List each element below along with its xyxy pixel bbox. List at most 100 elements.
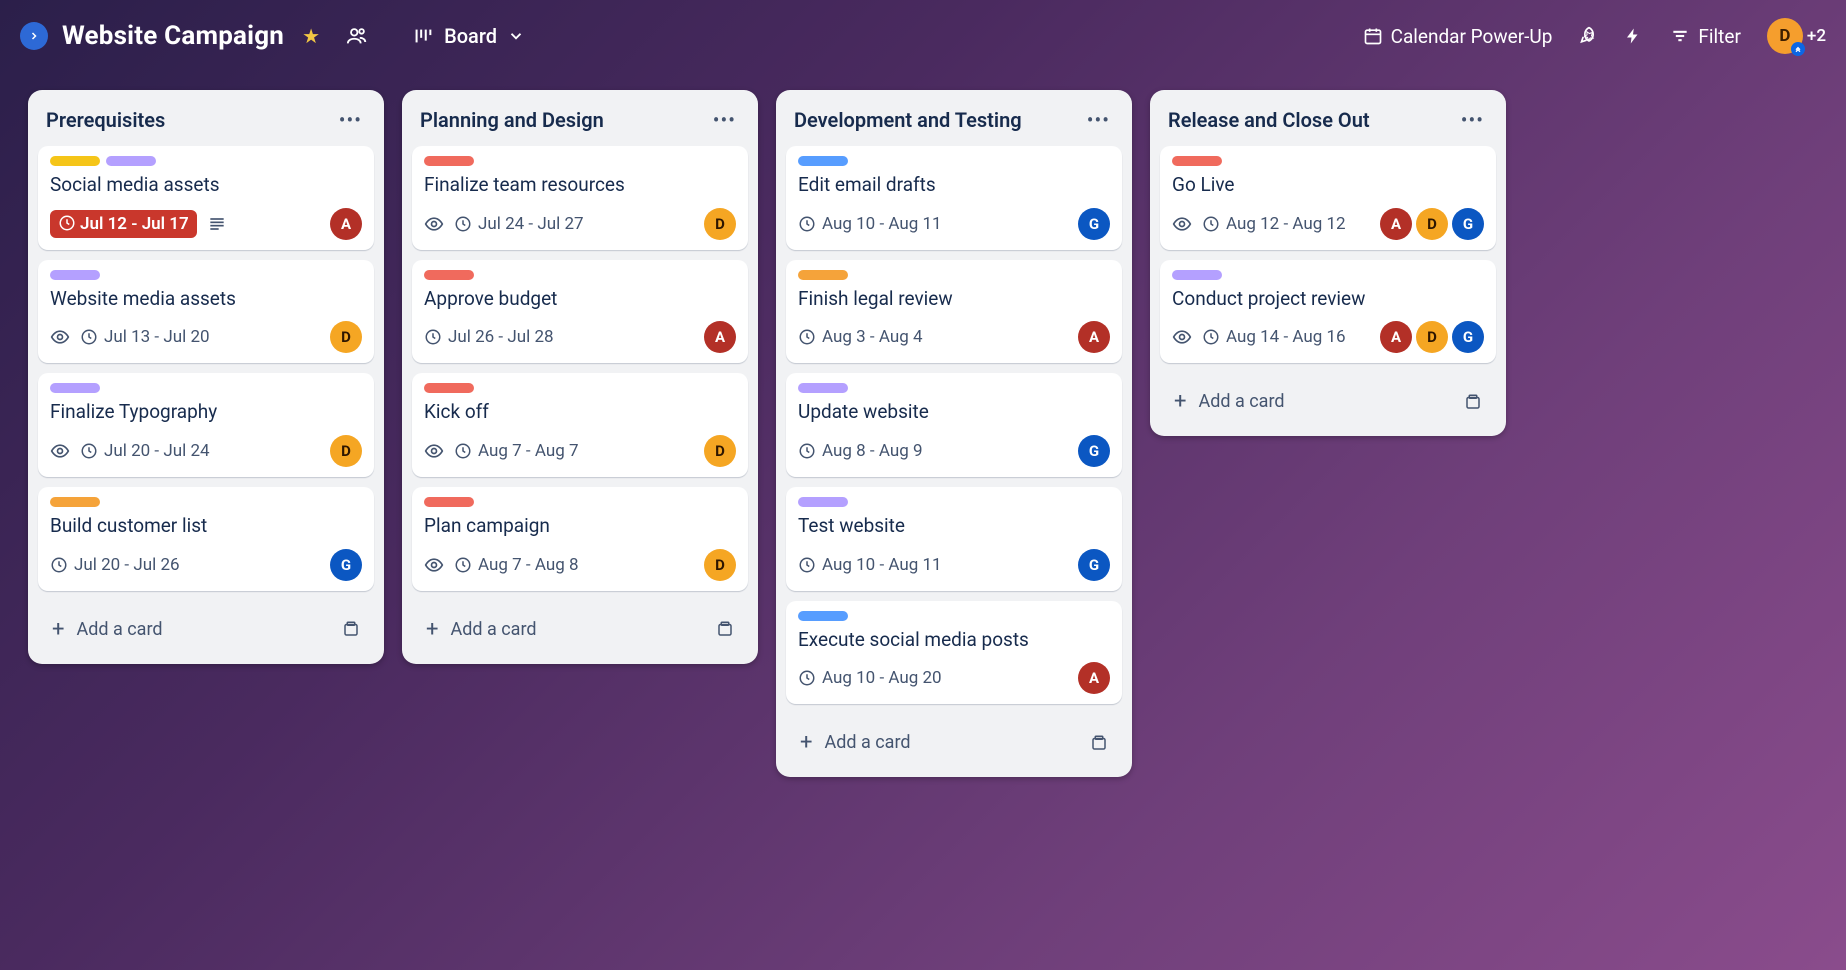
member-avatar[interactable]: A xyxy=(1078,321,1110,353)
workspace-members-button[interactable] xyxy=(338,17,376,55)
card[interactable]: Website media assets Jul 13 - Jul 20 D xyxy=(38,260,374,364)
member-avatar[interactable]: D xyxy=(1416,208,1448,240)
due-date[interactable]: Aug 14 - Aug 16 xyxy=(1202,327,1346,347)
automation-button[interactable] xyxy=(1614,17,1652,55)
label-orange[interactable] xyxy=(50,497,100,507)
due-date[interactable]: Jul 24 - Jul 27 xyxy=(454,214,584,234)
label-blue[interactable] xyxy=(798,611,848,621)
powerups-button[interactable] xyxy=(1570,17,1608,55)
due-date[interactable]: Aug 10 - Aug 11 xyxy=(798,214,942,234)
due-date[interactable]: Aug 8 - Aug 9 xyxy=(798,441,923,461)
card[interactable]: Social media assets Jul 12 - Jul 17 A xyxy=(38,146,374,250)
card-template-button[interactable] xyxy=(710,614,740,644)
card[interactable]: Test website Aug 10 - Aug 11G xyxy=(786,487,1122,591)
due-date[interactable]: Aug 10 - Aug 11 xyxy=(798,555,942,575)
list-title[interactable]: Release and Close Out xyxy=(1168,108,1370,132)
card-title: Kick off xyxy=(424,399,736,425)
clock-icon xyxy=(798,669,816,687)
star-button[interactable]: ★ xyxy=(292,17,330,55)
add-card-button[interactable]: +Add a card xyxy=(794,724,1084,761)
add-card-label: Add a card xyxy=(1198,391,1284,412)
due-date-overdue[interactable]: Jul 12 - Jul 17 xyxy=(50,210,197,238)
label-purple[interactable] xyxy=(50,270,100,280)
list-title[interactable]: Planning and Design xyxy=(420,108,604,132)
due-date[interactable]: Jul 20 - Jul 26 xyxy=(50,555,180,575)
template-icon xyxy=(342,620,360,638)
member-avatar[interactable]: D xyxy=(704,208,736,240)
due-date[interactable]: Aug 12 - Aug 12 xyxy=(1202,214,1346,234)
add-card-button[interactable]: +Add a card xyxy=(420,611,710,648)
member-avatar[interactable]: A xyxy=(1078,662,1110,694)
due-date[interactable]: Jul 13 - Jul 20 xyxy=(80,327,210,347)
member-avatar[interactable]: D xyxy=(330,435,362,467)
expand-sidebar-button[interactable] xyxy=(20,22,48,50)
member-avatar[interactable]: G xyxy=(330,549,362,581)
card[interactable]: Approve budget Jul 26 - Jul 28 A xyxy=(412,260,748,364)
date-text: Jul 24 - Jul 27 xyxy=(478,214,584,234)
card[interactable]: Finish legal review Aug 3 - Aug 4A xyxy=(786,260,1122,364)
list-menu-button[interactable]: ••• xyxy=(1083,106,1114,134)
card[interactable]: Edit email drafts Aug 10 - Aug 11G xyxy=(786,146,1122,250)
member-avatar[interactable]: A xyxy=(1380,208,1412,240)
member-avatar[interactable]: D xyxy=(330,321,362,353)
list-menu-button[interactable]: ••• xyxy=(709,106,740,134)
board-title[interactable]: Website Campaign xyxy=(62,21,284,51)
member-avatar[interactable]: D xyxy=(704,435,736,467)
due-date[interactable]: Aug 3 - Aug 4 xyxy=(798,327,923,347)
card[interactable]: Build customer list Jul 20 - Jul 26 G xyxy=(38,487,374,591)
add-card-button[interactable]: +Add a card xyxy=(46,611,336,648)
due-date[interactable]: Aug 7 - Aug 8 xyxy=(454,555,579,575)
member-avatar[interactable]: G xyxy=(1452,208,1484,240)
card[interactable]: Execute social media posts Aug 10 - Aug … xyxy=(786,601,1122,705)
member-avatar[interactable]: G xyxy=(1078,208,1110,240)
member-avatar[interactable]: A xyxy=(330,208,362,240)
member-avatar[interactable]: D xyxy=(1416,321,1448,353)
label-red[interactable] xyxy=(424,270,474,280)
header-avatar[interactable]: D xyxy=(1767,18,1803,54)
label-red[interactable] xyxy=(424,497,474,507)
member-count[interactable]: +2 xyxy=(1807,26,1826,46)
card[interactable]: Kick off Aug 7 - Aug 7 D xyxy=(412,373,748,477)
list-menu-button[interactable]: ••• xyxy=(335,106,366,134)
add-card-button[interactable]: + Add a card xyxy=(1168,383,1458,420)
member-avatar[interactable]: A xyxy=(1380,321,1412,353)
card-template-button[interactable] xyxy=(1458,387,1488,417)
label-purple[interactable] xyxy=(1172,270,1222,280)
due-date[interactable]: Jul 26 - Jul 28 xyxy=(424,327,554,347)
calendar-powerup-button[interactable]: Calendar Power-Up xyxy=(1351,19,1565,54)
filter-button[interactable]: Filter xyxy=(1658,19,1752,54)
card[interactable]: Finalize team resources Jul 24 - Jul 27 … xyxy=(412,146,748,250)
list-title[interactable]: Development and Testing xyxy=(794,108,1022,132)
list-title[interactable]: Prerequisites xyxy=(46,108,165,132)
card-title: Build customer list xyxy=(50,513,362,539)
label-blue[interactable] xyxy=(798,156,848,166)
list-menu-button[interactable]: ••• xyxy=(1457,106,1488,134)
label-yellow[interactable] xyxy=(50,156,100,166)
card[interactable]: Update website Aug 8 - Aug 9G xyxy=(786,373,1122,477)
label-red[interactable] xyxy=(424,156,474,166)
card[interactable]: Conduct project review Aug 14 - Aug 16 A… xyxy=(1160,260,1496,364)
card-template-button[interactable] xyxy=(1084,728,1114,758)
label-orange[interactable] xyxy=(798,270,848,280)
label-purple[interactable] xyxy=(798,383,848,393)
member-avatar[interactable]: G xyxy=(1452,321,1484,353)
due-date[interactable]: Aug 7 - Aug 7 xyxy=(454,441,579,461)
member-avatar[interactable]: D xyxy=(704,549,736,581)
label-purple[interactable] xyxy=(106,156,156,166)
label-purple[interactable] xyxy=(50,383,100,393)
card-template-button[interactable] xyxy=(336,614,366,644)
board-view-switcher[interactable]: Board xyxy=(402,18,535,54)
member-avatar[interactable]: G xyxy=(1078,435,1110,467)
label-red[interactable] xyxy=(424,383,474,393)
member-avatar[interactable]: A xyxy=(704,321,736,353)
label-red[interactable] xyxy=(1172,156,1222,166)
label-purple[interactable] xyxy=(798,497,848,507)
due-date[interactable]: Aug 10 - Aug 20 xyxy=(798,668,942,688)
card[interactable]: Finalize Typography Jul 20 - Jul 24 D xyxy=(38,373,374,477)
card[interactable]: Plan campaign Aug 7 - Aug 8 D xyxy=(412,487,748,591)
plus-icon: + xyxy=(1174,389,1186,414)
due-date[interactable]: Jul 20 - Jul 24 xyxy=(80,441,210,461)
member-avatar[interactable]: G xyxy=(1078,549,1110,581)
list-planning-and-design: Planning and Design ••• Finalize team re… xyxy=(402,90,758,664)
card[interactable]: Go Live Aug 12 - Aug 12 A D G xyxy=(1160,146,1496,250)
